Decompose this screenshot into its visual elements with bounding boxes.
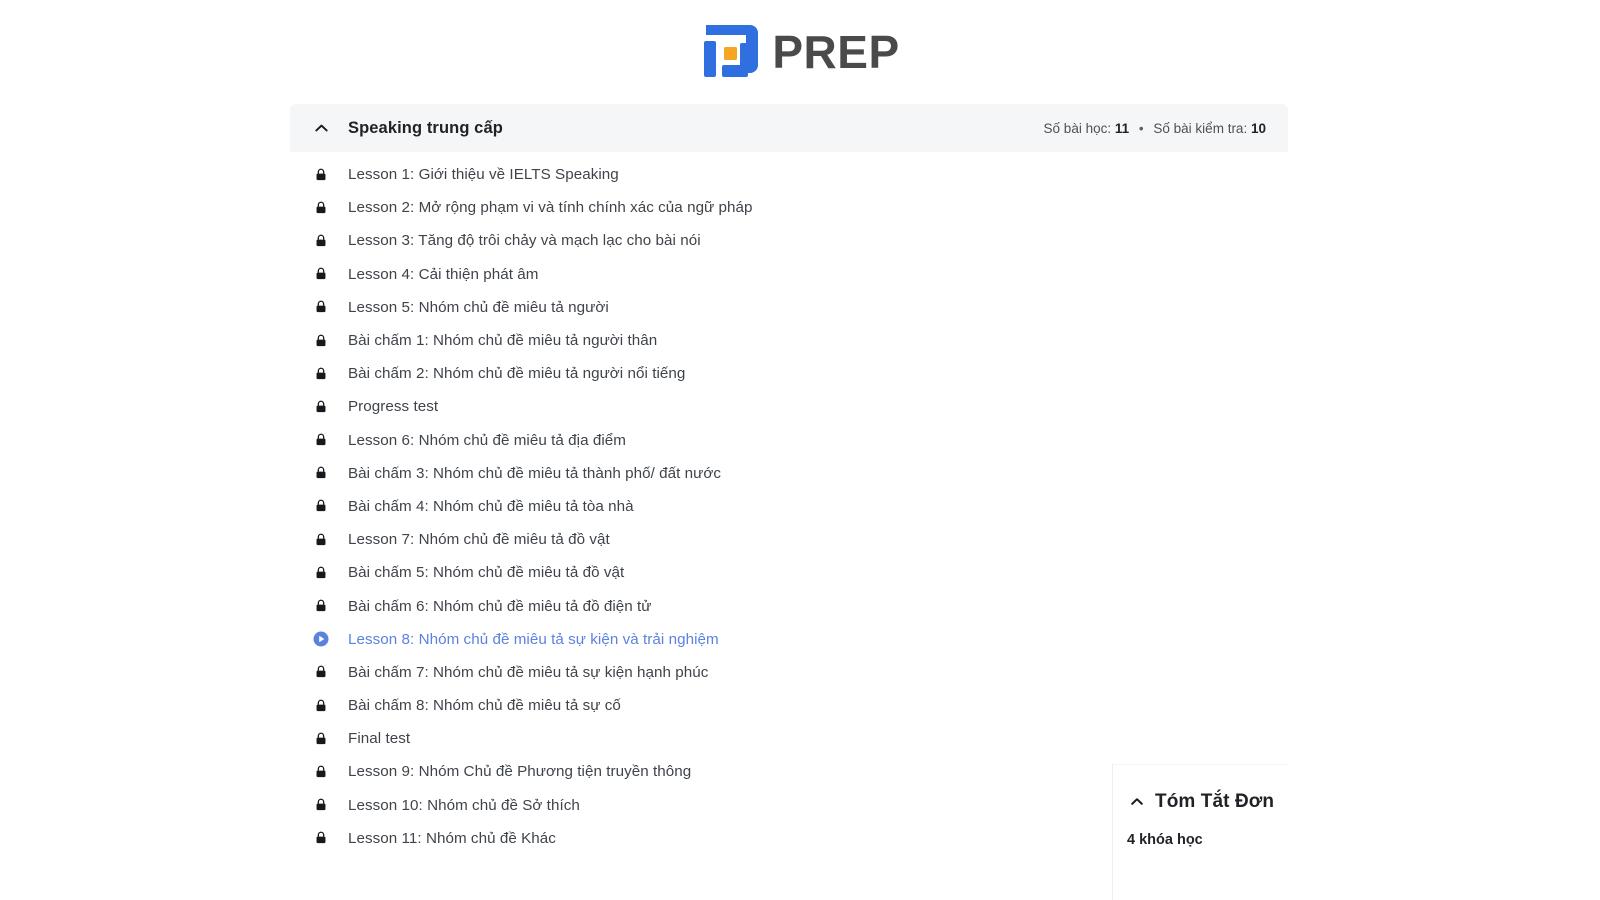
lesson-row[interactable]: Final test [290,722,1288,755]
lock-icon [310,197,332,219]
brand-header: PREP [0,0,1600,104]
lesson-label: Bài chấm 5: Nhóm chủ đề miêu tả đồ vật [348,564,625,582]
lesson-row[interactable]: Bài chấm 2: Nhóm chủ đề miêu tả người nổ… [290,357,1288,390]
lesson-label: Lesson 4: Cải thiện phát âm [348,265,539,283]
lock-icon [310,728,332,750]
prep-logo-mark-icon [700,21,762,83]
lesson-row[interactable]: Bài chấm 5: Nhóm chủ đề miêu tả đồ vật [290,556,1288,589]
lesson-label: Bài chấm 1: Nhóm chủ đề miêu tả người th… [348,332,658,350]
lock-icon [310,296,332,318]
order-summary-header[interactable]: Tóm Tắt Đơn [1127,791,1288,813]
lock-icon [310,462,332,484]
lesson-label: Lesson 11: Nhóm chủ đề Khác [348,829,556,847]
lesson-row[interactable]: Bài chấm 1: Nhóm chủ đề miêu tả người th… [290,324,1288,357]
chevron-up-icon[interactable] [310,117,332,139]
lesson-row[interactable]: Lesson 2: Mở rộng phạm vi và tính chính … [290,191,1288,224]
lesson-label: Bài chấm 6: Nhóm chủ đề miêu tả đồ điện … [348,597,652,615]
lesson-row[interactable]: Lesson 6: Nhóm chủ đề miêu tả địa điểm [290,424,1288,457]
lesson-label: Lesson 7: Nhóm chủ đề miêu tả đồ vật [348,531,610,549]
course-title: Speaking trung cấp [348,118,503,137]
lock-icon [310,330,332,352]
lesson-row[interactable]: Lesson 1: Giới thiệu về IELTS Speaking [290,158,1288,191]
course-stats: Số bài học: 11 • Số bài kiểm tra: 10 [1044,121,1266,136]
lesson-row[interactable]: Bài chấm 3: Nhóm chủ đề miêu tả thành ph… [290,457,1288,490]
lesson-label: Lesson 10: Nhóm chủ đề Sở thích [348,796,580,814]
order-summary-panel: Tóm Tắt Đơn 4 khóa học [1112,764,1288,900]
lock-icon [310,562,332,584]
lesson-label: Bài chấm 7: Nhóm chủ đề miêu tả sự kiện … [348,663,709,681]
chevron-up-icon[interactable] [1127,792,1147,812]
lesson-row[interactable]: Bài chấm 6: Nhóm chủ đề miêu tả đồ điện … [290,589,1288,622]
lesson-list: Lesson 1: Giới thiệu về IELTS Speaking Le… [290,152,1288,865]
lesson-label: Lesson 2: Mở rộng phạm vi và tính chính … [348,199,753,217]
lock-icon [310,230,332,252]
lock-icon [310,695,332,717]
lesson-label: Lesson 1: Giới thiệu về IELTS Speaking [348,166,619,184]
lesson-row[interactable]: Lesson 7: Nhóm chủ đề miêu tả đồ vật [290,523,1288,556]
lesson-label: Lesson 5: Nhóm chủ đề miêu tả người [348,298,609,316]
lock-icon [310,827,332,849]
lock-icon [310,429,332,451]
order-summary-title: Tóm Tắt Đơn [1155,791,1275,812]
lesson-label: Bài chấm 8: Nhóm chủ đề miêu tả sự cố [348,697,621,715]
lesson-label: Progress test [348,398,439,416]
lesson-row[interactable]: Bài chấm 8: Nhóm chủ đề miêu tả sự cố [290,689,1288,722]
course-card-header[interactable]: Speaking trung cấp Số bài học: 11 • Số b… [290,104,1288,152]
lock-icon [310,495,332,517]
lessons-count: 11 [1114,120,1130,136]
meta-separator: • [1138,120,1144,136]
play-circle-icon [310,628,332,650]
lock-icon [310,263,332,285]
lock-icon [310,595,332,617]
lesson-label: Lesson 8: Nhóm chủ đề miêu tả sự kiện và… [348,630,719,648]
prep-logo[interactable]: PREP [700,21,899,83]
page-root: PREP Speaking trung cấp Số bài học: 11 •… [0,0,1600,900]
lesson-row[interactable]: Lesson 4: Cải thiện phát âm [290,258,1288,291]
lesson-label: Bài chấm 3: Nhóm chủ đề miêu tả thành ph… [348,464,722,482]
lock-icon [310,363,332,385]
lock-icon [310,529,332,551]
lesson-row[interactable]: Lesson 8: Nhóm chủ đề miêu tả sự kiện và… [290,623,1288,656]
tests-count: 10 [1250,120,1266,136]
lock-icon [310,661,332,683]
lesson-label: Bài chấm 2: Nhóm chủ đề miêu tả người nổ… [348,365,686,383]
lock-icon [310,164,332,186]
lock-icon [310,396,332,418]
lesson-label: Lesson 6: Nhóm chủ đề miêu tả địa điểm [348,431,626,449]
course-card: Speaking trung cấp Số bài học: 11 • Số b… [290,104,1288,865]
order-summary-course-count: 4 khóa học [1127,832,1203,848]
lesson-label: Final test [348,730,411,748]
lock-icon [310,761,332,783]
lesson-row[interactable]: Progress test [290,390,1288,423]
lesson-row[interactable]: Bài chấm 7: Nhóm chủ đề miêu tả sự kiện … [290,656,1288,689]
brand-wordmark: PREP [772,26,900,78]
lessons-label: Số bài học: [1043,120,1112,136]
lesson-label: Lesson 9: Nhóm Chủ đề Phương tiện truyền… [348,763,692,781]
lesson-label: Lesson 3: Tăng độ trôi chảy và mạch lạc … [348,232,701,250]
lesson-label: Bài chấm 4: Nhóm chủ đề miêu tả tòa nhà [348,497,634,515]
lesson-row[interactable]: Lesson 3: Tăng độ trôi chảy và mạch lạc … [290,224,1288,257]
lock-icon [310,794,332,816]
lesson-row[interactable]: Lesson 5: Nhóm chủ đề miêu tả người [290,291,1288,324]
tests-label: Số bài kiểm tra: [1153,120,1248,136]
lesson-row[interactable]: Bài chấm 4: Nhóm chủ đề miêu tả tòa nhà [290,490,1288,523]
